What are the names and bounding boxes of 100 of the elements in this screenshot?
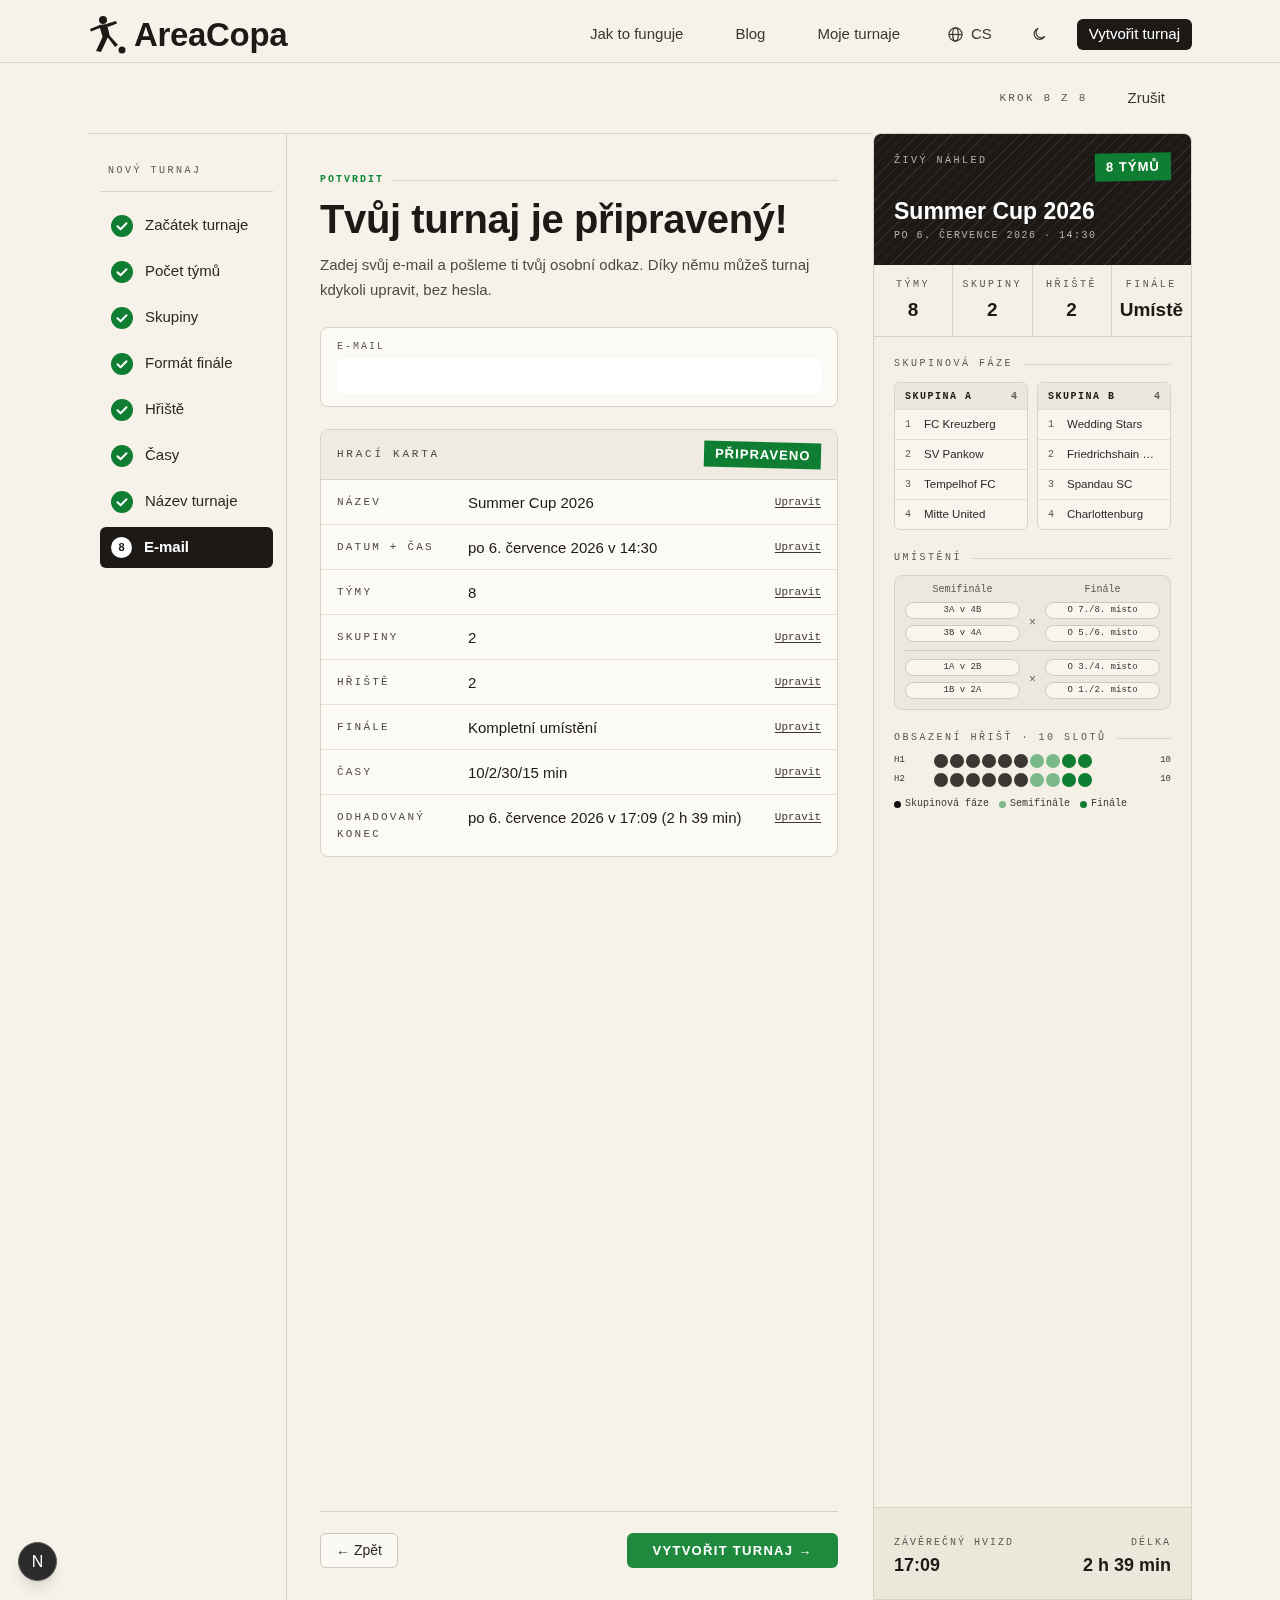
footballer-icon[interactable] — [88, 14, 128, 55]
match-pill: O 5./6. misto — [1045, 625, 1160, 642]
sidebar-step[interactable]: Začátek turnaje — [100, 205, 273, 246]
row-label: TÝMY — [337, 584, 374, 600]
legend-label: Semifinále — [1010, 798, 1071, 810]
card-title: HRACÍ KARTA — [337, 446, 440, 463]
team-rank: 3 — [1048, 478, 1055, 492]
column-heading: Finále — [1083, 584, 1122, 596]
sidebar-step[interactable]: Název turnaje — [100, 481, 273, 522]
preview-date: PO 6. ČERVENCE 2026 · 14:30 — [894, 229, 1098, 243]
footer-label: ZÁVĚREČNÝ HVIZD — [894, 1536, 1014, 1550]
back-button[interactable]: ← Zpět — [320, 1533, 398, 1568]
section-title: SKUPINOVÁ FÁZE — [894, 357, 1013, 371]
sidebar-step[interactable]: Hřiště — [100, 389, 273, 430]
row-value: po 6. července 2026 v 17:09 (2 h 39 min) — [468, 809, 743, 826]
nav-link[interactable]: Moje turnaje — [817, 23, 900, 46]
row-value: Kompletní umístění — [468, 719, 599, 736]
team-count: 4 — [1154, 389, 1160, 404]
row-value: po 6. července 2026 v 14:30 — [468, 539, 659, 556]
team-rank: 2 — [1048, 448, 1055, 462]
legend-label: Finále — [1091, 798, 1128, 810]
team-rank: 1 — [905, 418, 912, 432]
team-name: Charlottenburg — [1067, 506, 1144, 522]
stat-label: TÝMY — [896, 278, 931, 292]
edit-link[interactable]: Upravit — [774, 584, 821, 601]
edit-link[interactable]: Upravit — [774, 539, 821, 556]
section-title: UMÍSTĚNÍ — [894, 551, 962, 565]
team-name: SV Pankow — [924, 446, 984, 462]
sidebar-step[interactable]: Časy — [100, 435, 273, 476]
row-label: HŘIŠTĚ — [337, 674, 391, 690]
row-label: NÁZEV — [337, 494, 382, 510]
row-value: 2 — [468, 674, 478, 691]
group-name: SKUPINA A — [905, 389, 973, 404]
intro-text: Zadej svůj e-mail a pošleme ti tvůj osobní odkaz. Díky němu můžeš turnaj kdykoli upravit, bez hesla. — [320, 255, 811, 300]
match-pill: 3A v 4B — [905, 602, 1020, 619]
column-heading: Semifinále — [931, 584, 994, 596]
footer-value: 17:09 — [894, 1554, 942, 1576]
slot-count: 10 — [1160, 772, 1171, 786]
step-counter: KROK 8 Z 8 — [999, 90, 1088, 106]
row-label: DATUM + ČAS — [337, 539, 435, 555]
row-value: Summer Cup 2026 — [468, 494, 595, 511]
create-tournament-button[interactable]: VYTVOŘIT TURNAJ → — [627, 1533, 838, 1568]
pitch-label: H1 — [894, 753, 906, 767]
edit-link[interactable]: Upravit — [774, 494, 821, 511]
cross-mark: × — [1029, 616, 1036, 628]
row-label: FINÁLE — [337, 719, 391, 735]
nav-link[interactable]: Jak to funguje — [590, 23, 684, 46]
edit-link[interactable]: Upravit — [774, 629, 821, 646]
sidebar-step[interactable]: Počet týmů — [100, 251, 273, 292]
preview-eyebrow: ŽIVÝ NÁHLED — [894, 154, 988, 168]
cancel-link[interactable]: Zrušit — [1127, 86, 1165, 110]
team-rank: 4 — [905, 508, 912, 522]
edit-link[interactable]: Upravit — [774, 674, 821, 691]
stat-value: Umístě — [1119, 298, 1184, 322]
edit-link[interactable]: Upravit — [774, 809, 821, 826]
match-pill: 3B v 4A — [905, 625, 1020, 642]
stat-label: FINÁLE — [1125, 278, 1177, 292]
stat-label: HŘIŠTĚ — [1046, 278, 1098, 292]
section-title: OBSAZENÍ HŘIŠŤ · 10 SLOTŮ — [894, 731, 1107, 745]
sidebar-step[interactable]: 8 E-mail — [100, 527, 273, 568]
row-value: 8 — [468, 584, 478, 601]
row-label: ČASY — [337, 764, 374, 780]
team-count: 4 — [1011, 389, 1017, 404]
pitch-label: H2 — [894, 772, 906, 786]
footer-label: DÉLKA — [1131, 1536, 1171, 1550]
edit-link[interactable]: Upravit — [774, 764, 821, 781]
section-eyebrow: POTVRDIT — [320, 174, 384, 186]
row-value: 10/2/30/15 min — [468, 764, 569, 781]
edit-link[interactable]: Upravit — [774, 719, 821, 736]
create-tournament-button[interactable]: Vytvořit turnaj — [1076, 19, 1192, 50]
team-rank: 2 — [905, 448, 912, 462]
footer-value: 2 h 39 min — [1082, 1554, 1171, 1576]
sidebar-title: NOVÝ TURNAJ — [107, 165, 203, 177]
language-button[interactable]: CS — [948, 23, 992, 46]
row-label: ODHADOVANÝ KONEC — [337, 809, 426, 842]
team-name: FC Kreuzberg — [924, 416, 996, 432]
nav-link[interactable]: Blog — [735, 23, 766, 46]
sidebar-step[interactable]: Formát finále — [100, 343, 273, 384]
moon-icon[interactable] — [1031, 27, 1047, 42]
legend-label: Skupinová fáze — [905, 798, 989, 810]
globe-icon — [948, 27, 963, 42]
stat-value: 8 — [907, 298, 919, 322]
stat-value: 2 — [1066, 298, 1077, 322]
team-count-badge: 8 TÝMŮ — [1094, 152, 1172, 182]
page-title: Tvůj turnaj je připravený! — [320, 197, 789, 241]
brand-name[interactable]: AreaCopa — [134, 18, 288, 51]
row-label: SKUPINY — [337, 630, 400, 645]
team-rank: 4 — [1048, 508, 1055, 522]
team-name: Tempelhof FC — [924, 476, 996, 492]
team-name: Friedrichshain … — [1067, 446, 1154, 462]
team-name: Mitte United — [924, 506, 986, 522]
slot-count: 10 — [1160, 753, 1171, 767]
team-rank: 3 — [905, 478, 912, 492]
match-pill: O 1./2. misto — [1045, 682, 1160, 699]
sidebar-step[interactable]: Skupiny — [100, 297, 273, 338]
match-pill: 1B v 2A — [905, 682, 1020, 699]
step-number: 8 — [111, 537, 132, 558]
dev-tools-button[interactable]: N — [18, 1542, 57, 1581]
row-value: 2 — [468, 629, 478, 646]
team-rank: 1 — [1048, 418, 1055, 432]
